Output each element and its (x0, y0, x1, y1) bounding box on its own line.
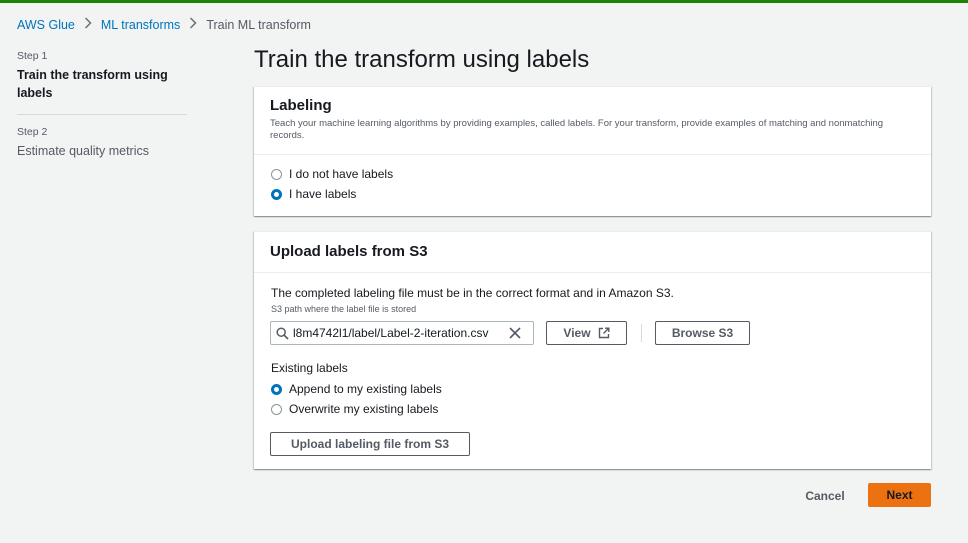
radio-no-labels[interactable]: I do not have labels (271, 164, 393, 184)
upload-labeling-file-button[interactable]: Upload labeling file from S3 (270, 432, 470, 456)
panel-divider (254, 272, 931, 273)
upload-intro: The completed labeling file must be in t… (271, 286, 674, 300)
external-link-icon (598, 327, 610, 339)
step-2: Step 2 Estimate quality metrics (17, 126, 187, 160)
radio-overwrite-labels[interactable]: Overwrite my existing labels (271, 399, 442, 419)
radio-have-labels[interactable]: I have labels (271, 184, 393, 204)
next-button[interactable]: Next (868, 483, 931, 507)
upload-title: Upload labels from S3 (270, 243, 428, 260)
existing-labels-title: Existing labels (271, 361, 348, 375)
chevron-right-icon (84, 17, 92, 32)
step-number: Step 2 (17, 126, 48, 138)
browse-s3-button[interactable]: Browse S3 (655, 321, 750, 345)
view-label: View (563, 326, 591, 340)
step-1[interactable]: Step 1 Train the transform using labels (17, 50, 187, 102)
s3-path-hint: S3 path where the label file is stored (271, 304, 417, 314)
chevron-right-icon (189, 17, 197, 32)
existing-labels-radio-group: Append to my existing labels Overwrite m… (271, 379, 442, 419)
labeling-radio-group: I do not have labels I have labels (271, 164, 393, 204)
radio-label: Overwrite my existing labels (289, 402, 439, 416)
labeling-title: Labeling (270, 97, 332, 114)
breadcrumb-current: Train ML transform (206, 17, 311, 32)
radio-button-selected[interactable] (271, 383, 282, 395)
breadcrumb: AWS Glue ML transforms Train ML transfor… (17, 17, 311, 32)
step-title: Train the transform using labels (17, 68, 168, 100)
radio-label: I do not have labels (289, 167, 394, 181)
step-number: Step 1 (17, 50, 48, 62)
breadcrumb-link-aws-glue[interactable]: AWS Glue (17, 18, 75, 32)
radio-append-labels[interactable]: Append to my existing labels (271, 379, 442, 399)
breadcrumb-link-ml-transforms[interactable]: ML transforms (101, 18, 180, 32)
radio-button[interactable] (271, 403, 282, 415)
radio-label: I have labels (289, 187, 357, 201)
labeling-panel: Labeling Teach your machine learning alg… (254, 86, 931, 216)
button-separator (641, 324, 642, 342)
top-status-bar (0, 0, 968, 3)
panel-divider (254, 154, 931, 155)
cancel-button[interactable]: Cancel (796, 484, 854, 508)
labeling-description: Teach your machine learning algorithms b… (270, 118, 884, 141)
s3-path-field[interactable] (270, 321, 534, 345)
radio-button-selected[interactable] (271, 188, 282, 200)
wizard-steps: Step 1 Train the transform using labels … (17, 50, 187, 160)
view-button[interactable]: View (546, 321, 627, 345)
s3-path-input[interactable] (293, 326, 503, 340)
radio-label: Append to my existing labels (289, 382, 442, 396)
step-title: Estimate quality metrics (17, 144, 149, 158)
upload-panel: Upload labels from S3 The completed labe… (254, 231, 931, 469)
page-title: Train the transform using labels (254, 46, 590, 73)
search-icon (271, 326, 293, 340)
step-divider (17, 114, 187, 115)
radio-button[interactable] (271, 168, 282, 180)
clear-icon[interactable] (503, 327, 527, 339)
